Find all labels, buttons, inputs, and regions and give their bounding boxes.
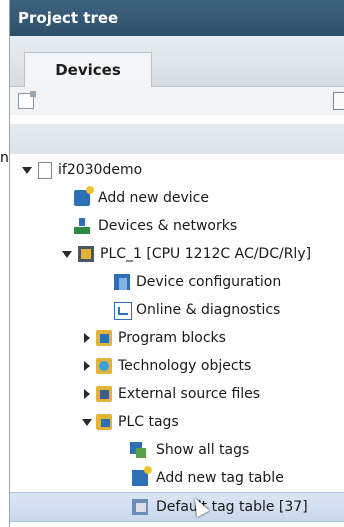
tree-item-plc1[interactable]: PLC_1 [CPU 1212C AC/DC/Rly] <box>10 240 344 268</box>
tree-item-default-tag-table[interactable]: Default tag table [37] <box>10 492 344 522</box>
expand-arrow-icon[interactable] <box>62 251 72 258</box>
view-options-icon[interactable] <box>333 92 344 110</box>
tab-strip: Devices <box>10 36 344 87</box>
expand-arrow-icon[interactable] <box>82 419 92 426</box>
tree-item-show-all-tags[interactable]: Show all tags <box>10 436 344 464</box>
panel-title: Project tree <box>10 0 344 36</box>
tree-item-label: Default tag table [37] <box>156 499 308 515</box>
tree-item-label: PLC tags <box>118 414 179 430</box>
tree-item-plc-tags[interactable]: PLC tags <box>10 408 344 436</box>
toolbar <box>10 87 344 115</box>
tree-item-label: Add new tag table <box>156 470 284 486</box>
tree-item-label: Program blocks <box>118 330 226 346</box>
tree-item-label: Devices & networks <box>98 218 238 234</box>
device-config-icon <box>114 274 130 290</box>
tree-item-label: Show all tags <box>156 442 250 458</box>
project-tree: if2030demo Add new device Devices & netw… <box>10 154 344 527</box>
tree-item-program-blocks[interactable]: Program blocks <box>10 324 344 352</box>
collapsed-arrow-icon[interactable] <box>84 361 90 371</box>
plc-icon <box>78 246 94 262</box>
project-view-icon[interactable] <box>18 91 36 109</box>
tree-item-label: External source files <box>118 386 261 402</box>
default-table-icon <box>132 499 148 515</box>
expand-arrow-icon[interactable] <box>22 167 32 174</box>
project-doc-icon <box>38 162 52 179</box>
external-files-icon <box>96 386 112 402</box>
tree-item-external-source-files[interactable]: External source files <box>10 380 344 408</box>
technology-icon <box>96 358 112 374</box>
tab-devices[interactable]: Devices <box>24 52 152 87</box>
add-device-icon <box>74 186 94 206</box>
tree-item-label: PLC_1 [CPU 1212C AC/DC/Rly] <box>100 246 312 262</box>
tree-item-label: Device configuration <box>136 274 282 290</box>
project-tree-panel: Project tree Devices if2030demo Add new … <box>9 0 344 527</box>
tree-item-label: Add new device <box>98 190 209 206</box>
diagnostics-icon <box>114 302 132 320</box>
collapsed-arrow-icon[interactable] <box>84 333 90 343</box>
tree-header <box>10 124 344 154</box>
tree-item-device-configuration[interactable]: Device configuration <box>10 268 344 296</box>
tree-item-technology-objects[interactable]: Technology objects <box>10 352 344 380</box>
show-tags-icon <box>130 442 146 458</box>
add-table-icon <box>132 466 152 486</box>
tree-item-add-new-device[interactable]: Add new device <box>10 184 344 212</box>
tree-item-project[interactable]: if2030demo <box>10 156 344 184</box>
tree-item-label: Technology objects <box>118 358 252 374</box>
tree-item-label: if2030demo <box>58 162 143 178</box>
tree-item-label: Online & diagnostics <box>136 302 281 318</box>
network-icon <box>74 218 90 234</box>
collapsed-arrow-icon[interactable] <box>84 389 90 399</box>
plc-tags-icon <box>96 414 112 430</box>
tree-item-add-new-tag-table[interactable]: Add new tag table <box>10 464 344 492</box>
tree-item-devices-networks[interactable]: Devices & networks <box>10 212 344 240</box>
program-blocks-icon <box>96 330 112 346</box>
tree-item-online-diagnostics[interactable]: Online & diagnostics <box>10 296 344 324</box>
